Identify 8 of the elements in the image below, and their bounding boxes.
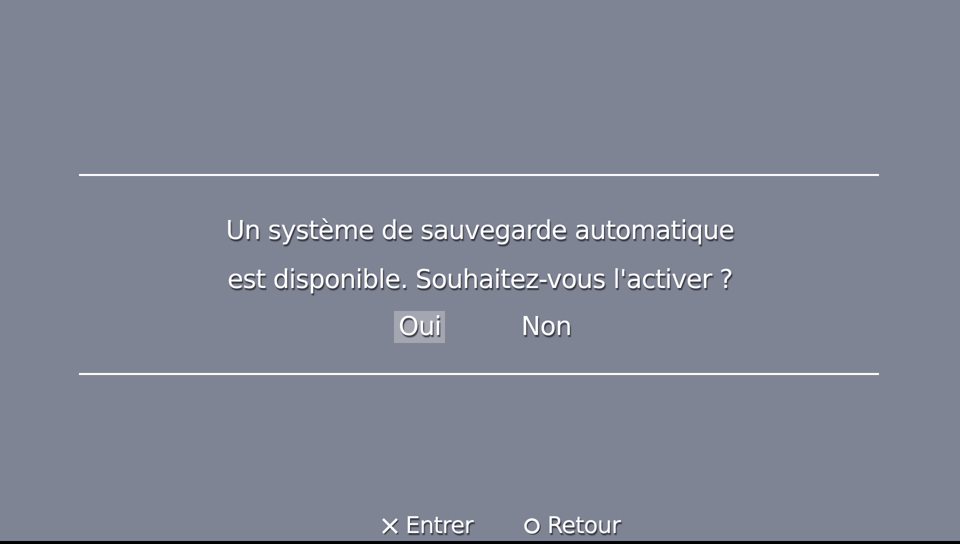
message-text: est disponible. Souhaitez-vous l'activer ? (227, 264, 733, 297)
circle-icon (523, 517, 542, 535)
option[interactable]: Non (517, 311, 576, 343)
option[interactable]: Oui (394, 311, 446, 343)
cross-icon (380, 516, 400, 536)
message-text: Un système de sauvegarde automatique (226, 215, 734, 248)
hint-label: Retour (547, 513, 620, 539)
hint-label: Entrer (406, 513, 474, 539)
